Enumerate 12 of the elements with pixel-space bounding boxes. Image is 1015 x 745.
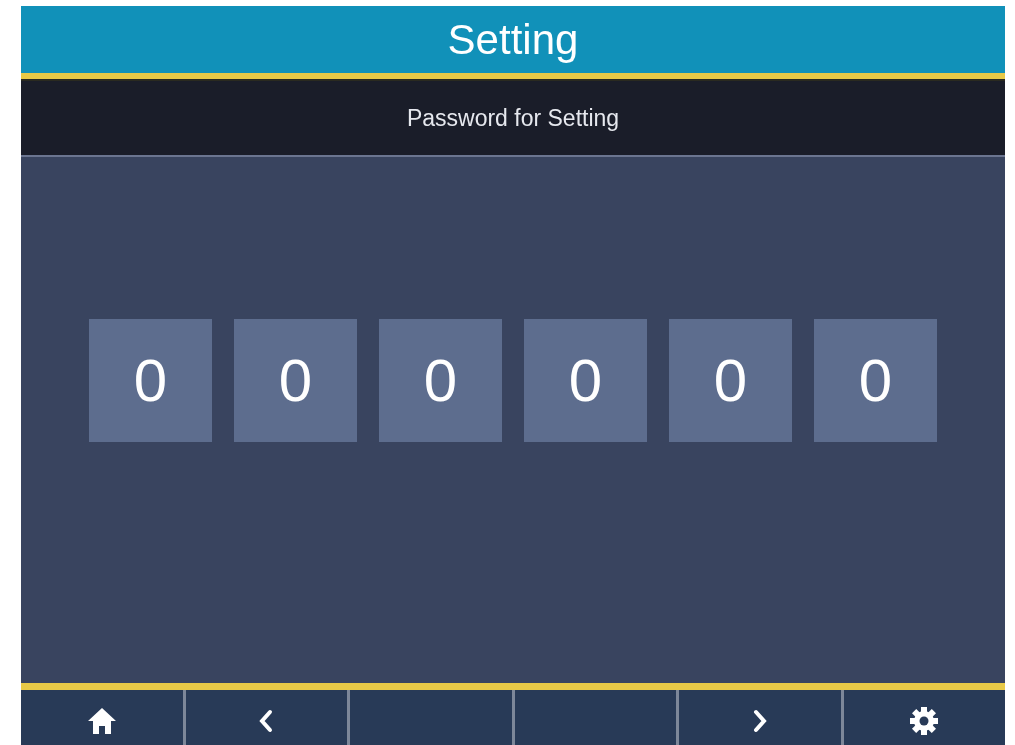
chevron-left-icon	[259, 708, 274, 733]
digit-field[interactable]: 0	[524, 319, 647, 442]
chevron-right-icon	[752, 708, 767, 733]
digit-field[interactable]: 0	[669, 319, 792, 442]
subheader-title: Password for Setting	[406, 103, 620, 133]
settings-icon	[909, 705, 940, 736]
digit-field[interactable]: 0	[379, 319, 502, 442]
digit-field[interactable]: 0	[89, 319, 212, 442]
digit-field[interactable]: 0	[234, 319, 357, 442]
window-title: Setting	[447, 18, 579, 61]
home-icon	[86, 706, 117, 735]
digit-field[interactable]: 0	[814, 319, 937, 442]
